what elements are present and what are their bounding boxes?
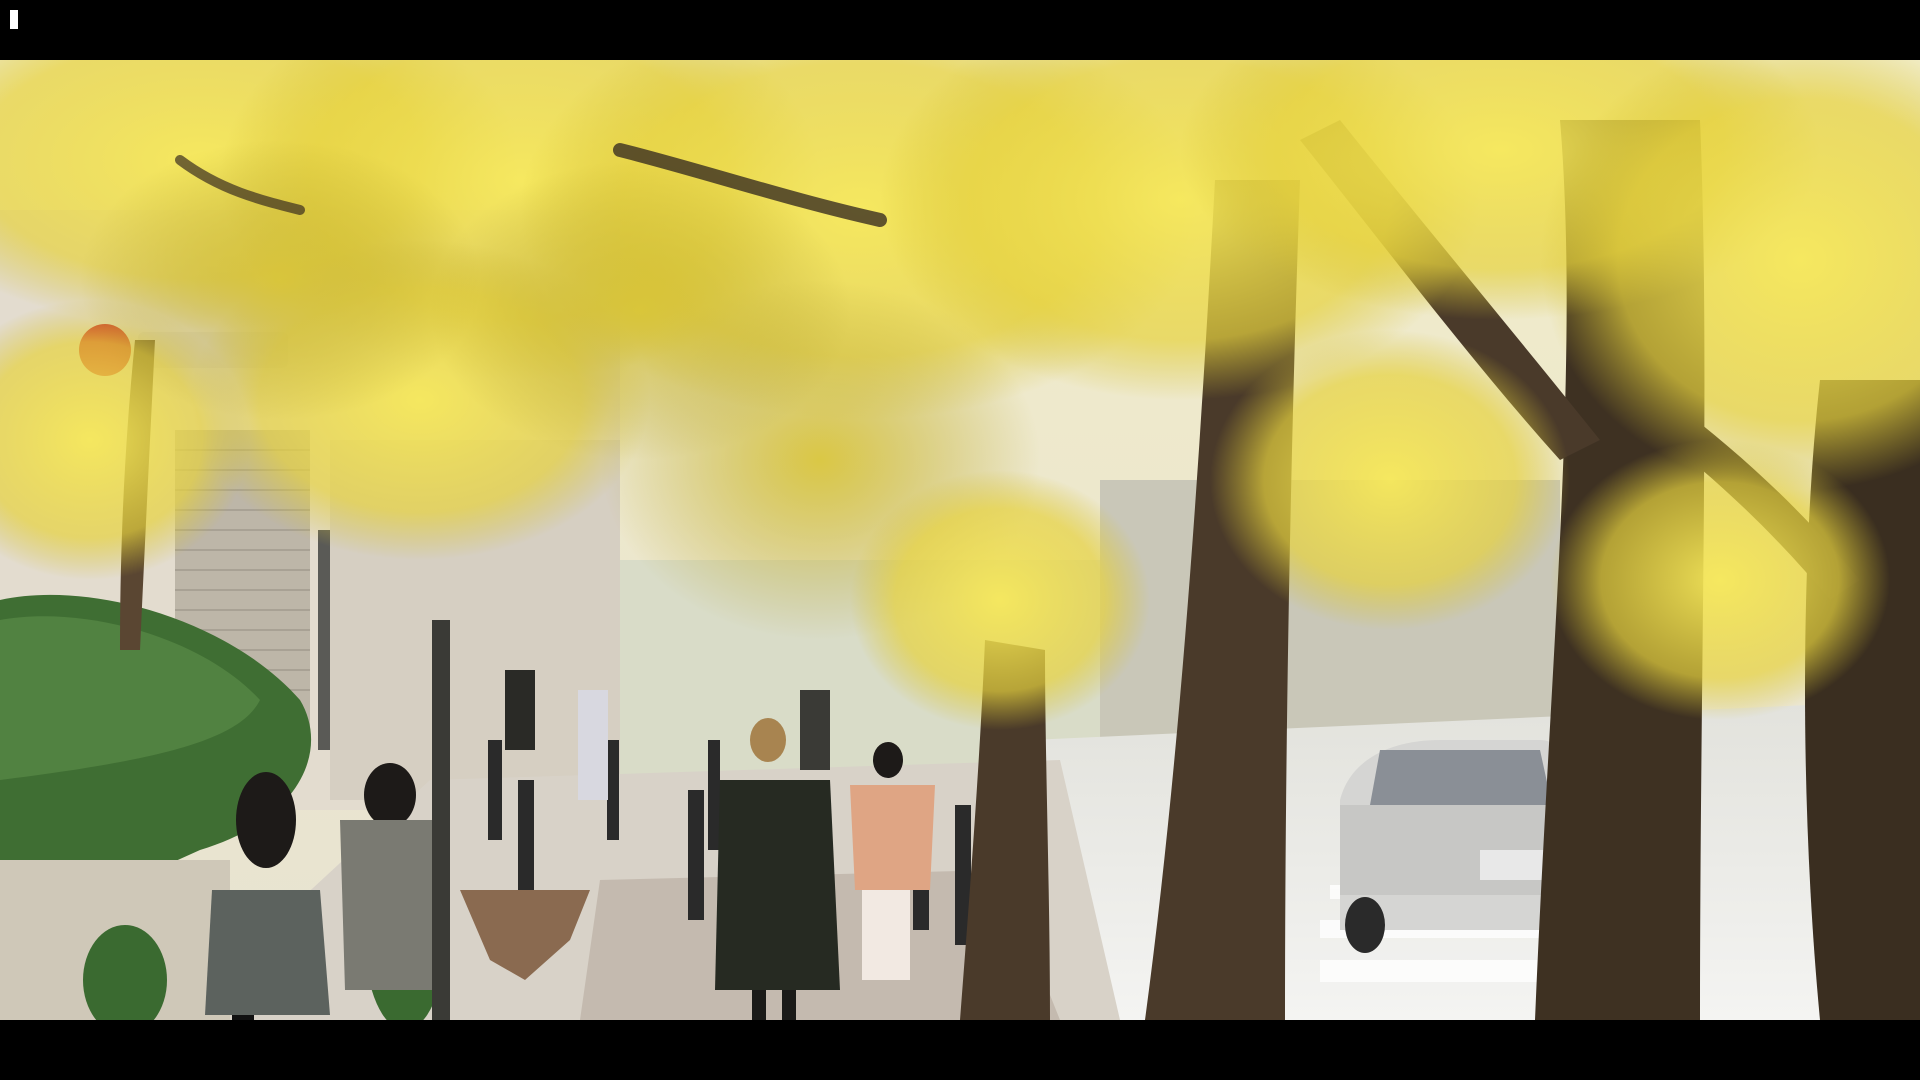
scene-illustration — [0, 60, 1920, 1020]
parked-car — [1340, 740, 1570, 953]
lamp-pole-left — [318, 530, 330, 750]
filename-title — [10, 10, 18, 29]
video-frame — [0, 60, 1920, 1020]
lamp-pole — [432, 620, 450, 1020]
video-player — [0, 0, 1920, 1080]
